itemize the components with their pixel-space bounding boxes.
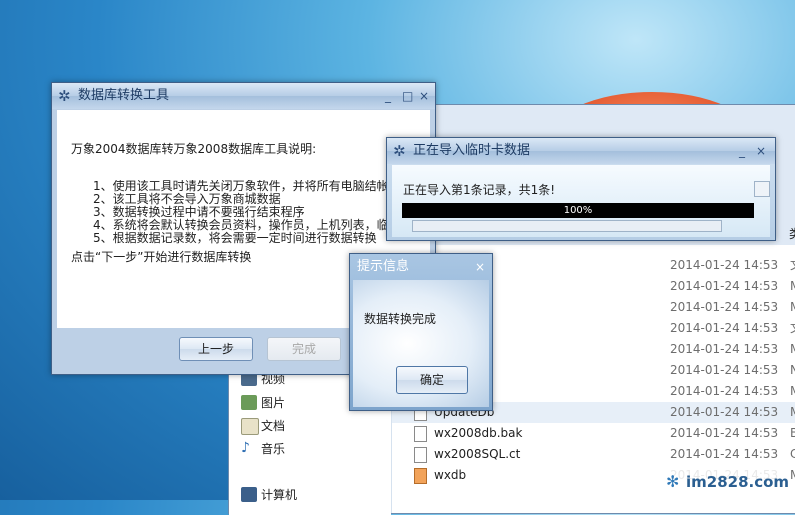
nav-item-pictures[interactable]: 图片: [241, 393, 285, 413]
pictures-library-icon: [241, 395, 257, 410]
progress-label: 100%: [563, 205, 593, 216]
info-message: 数据转换完成: [364, 312, 437, 326]
nav-item-computer[interactable]: 计算机: [241, 485, 297, 505]
converter-title-bar[interactable]: ✲ 数据库转换工具 _ □ ×: [52, 83, 435, 109]
import-status: 正在导入第1条记录，共1条!: [403, 183, 556, 197]
database-file-icon: [414, 468, 427, 484]
file-row[interactable]: wx2008SQL.ct 2014-01-24 14:53 C: [392, 444, 795, 465]
watermark: ✻ im2828.com: [660, 470, 790, 494]
converter-steps: 1、使用该工具时请先关闭万象软件，并将所有电脑结帐 2、该工具将不会导入万象商城…: [93, 180, 389, 245]
music-library-icon: ♪: [241, 440, 250, 456]
import-title-bar[interactable]: ✲ 正在导入临时卡数据 _ ×: [387, 138, 775, 164]
info-title: 提示信息: [357, 259, 410, 274]
file-row[interactable]: wx2008db.bak 2014-01-24 14:53 B: [392, 423, 795, 444]
import-progress-dialog: ✲ 正在导入临时卡数据 _ × 正在导入第1条记录，共1条! 100%: [386, 137, 776, 241]
close-button[interactable]: ×: [419, 83, 429, 109]
scroll-handle[interactable]: [754, 181, 770, 197]
progress-track: 100%: [402, 203, 754, 218]
ok-button[interactable]: 确定: [396, 366, 468, 394]
progress-bar-frame: [412, 220, 722, 232]
file-icon: [414, 447, 427, 463]
nav-item-documents[interactable]: 文档: [241, 416, 285, 436]
minimize-button[interactable]: _: [385, 83, 391, 109]
converter-heading: 万象2004数据库转万象2008数据库工具说明:: [71, 142, 317, 156]
documents-library-icon: [241, 418, 259, 435]
maximize-button[interactable]: □: [402, 83, 413, 109]
column-header-type[interactable]: 类: [789, 225, 795, 242]
watermark-logo-icon: ✻: [666, 472, 680, 491]
gear-icon: ✲: [393, 142, 406, 160]
import-content: 正在导入第1条记录，共1条! 100%: [392, 165, 770, 237]
prev-step-button[interactable]: 上一步: [179, 337, 253, 361]
import-title: 正在导入临时卡数据: [413, 143, 531, 158]
gear-icon: ✲: [58, 87, 71, 105]
close-button[interactable]: ×: [756, 138, 766, 164]
converter-title: 数据库转换工具: [78, 88, 170, 103]
nav-item-music[interactable]: ♪ 音乐: [241, 439, 285, 459]
finish-button[interactable]: 完成: [267, 337, 341, 361]
info-dialog: 提示信息 × 数据转换完成 确定: [349, 253, 493, 411]
info-title-bar[interactable]: 提示信息 ×: [350, 254, 492, 280]
converter-hint: 点击“下一步”开始进行数据库转换: [71, 250, 252, 264]
minimize-button[interactable]: _: [739, 138, 745, 164]
file-icon: [414, 426, 427, 442]
close-button[interactable]: ×: [475, 254, 485, 280]
info-content: 数据转换完成 确定: [353, 280, 489, 407]
